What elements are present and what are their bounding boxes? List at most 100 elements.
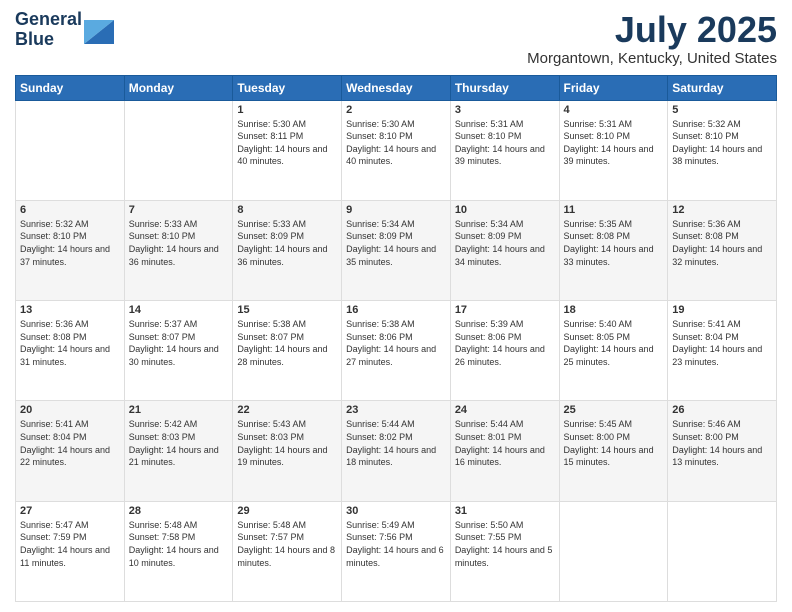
day-info: Sunrise: 5:39 AM Sunset: 8:06 PM Dayligh… xyxy=(455,318,555,368)
calendar-body: 1 Sunrise: 5:30 AM Sunset: 8:11 PM Daylig… xyxy=(16,100,777,601)
calendar-cell: 29 Sunrise: 5:48 AM Sunset: 7:57 PM Dayli… xyxy=(233,501,342,601)
calendar-cell: 4 Sunrise: 5:31 AM Sunset: 8:10 PM Daylig… xyxy=(559,100,668,200)
day-info: Sunrise: 5:50 AM Sunset: 7:55 PM Dayligh… xyxy=(455,519,555,569)
day-info: Sunrise: 5:37 AM Sunset: 8:07 PM Dayligh… xyxy=(129,318,229,368)
day-number: 24 xyxy=(455,404,555,416)
day-info: Sunrise: 5:30 AM Sunset: 8:11 PM Dayligh… xyxy=(237,118,337,168)
day-number: 4 xyxy=(564,104,664,116)
weekday-header-friday: Friday xyxy=(559,75,668,100)
day-number: 22 xyxy=(237,404,337,416)
day-info: Sunrise: 5:34 AM Sunset: 8:09 PM Dayligh… xyxy=(455,218,555,268)
day-number: 2 xyxy=(346,104,446,116)
day-number: 11 xyxy=(564,204,664,216)
day-info: Sunrise: 5:46 AM Sunset: 8:00 PM Dayligh… xyxy=(672,418,772,468)
calendar-cell: 6Sunrise: 5:32 AM Sunset: 8:10 PM Daylig… xyxy=(16,200,125,300)
day-info: Sunrise: 5:31 AM Sunset: 8:10 PM Dayligh… xyxy=(455,118,555,168)
calendar-cell: 9 Sunrise: 5:34 AM Sunset: 8:09 PM Daylig… xyxy=(342,200,451,300)
day-number: 21 xyxy=(129,404,229,416)
calendar-cell: 21 Sunrise: 5:42 AM Sunset: 8:03 PM Dayli… xyxy=(124,401,233,501)
calendar-week-5: 27 Sunrise: 5:47 AM Sunset: 7:59 PM Dayli… xyxy=(16,501,777,601)
calendar-cell: 14 Sunrise: 5:37 AM Sunset: 8:07 PM Dayli… xyxy=(124,301,233,401)
calendar-week-3: 13 Sunrise: 5:36 AM Sunset: 8:08 PM Dayli… xyxy=(16,301,777,401)
day-number: 15 xyxy=(237,304,337,316)
day-number: 29 xyxy=(237,505,337,517)
day-number: 28 xyxy=(129,505,229,517)
weekday-header-sunday: Sunday xyxy=(16,75,125,100)
subtitle: Morgantown, Kentucky, United States xyxy=(527,50,777,67)
calendar-cell: 12 Sunrise: 5:36 AM Sunset: 8:08 PM Dayli… xyxy=(668,200,777,300)
day-info: Sunrise: 5:44 AM Sunset: 8:02 PM Dayligh… xyxy=(346,418,446,468)
calendar-week-4: 20 Sunrise: 5:41 AM Sunset: 8:04 PM Dayli… xyxy=(16,401,777,501)
day-number: 1 xyxy=(237,104,337,116)
calendar-cell: 8Sunrise: 5:33 AM Sunset: 8:09 PM Daylig… xyxy=(233,200,342,300)
calendar-cell: 22 Sunrise: 5:43 AM Sunset: 8:03 PM Dayli… xyxy=(233,401,342,501)
calendar-cell xyxy=(559,501,668,601)
day-number: 14 xyxy=(129,304,229,316)
day-number: 26 xyxy=(672,404,772,416)
calendar-cell: 23 Sunrise: 5:44 AM Sunset: 8:02 PM Dayli… xyxy=(342,401,451,501)
calendar-cell: 24 Sunrise: 5:44 AM Sunset: 8:01 PM Dayli… xyxy=(450,401,559,501)
day-info: Sunrise: 5:44 AM Sunset: 8:01 PM Dayligh… xyxy=(455,418,555,468)
calendar-cell xyxy=(668,501,777,601)
day-info: Sunrise: 5:49 AM Sunset: 7:56 PM Dayligh… xyxy=(346,519,446,569)
day-info: Sunrise: 5:33 AM Sunset: 8:09 PM Dayligh… xyxy=(237,218,337,268)
page: General Blue July 2025 Morgantown, Kentu… xyxy=(0,0,792,612)
day-number: 7 xyxy=(129,204,229,216)
calendar-cell: 20 Sunrise: 5:41 AM Sunset: 8:04 PM Dayli… xyxy=(16,401,125,501)
day-number: 10 xyxy=(455,204,555,216)
calendar-cell: 28 Sunrise: 5:48 AM Sunset: 7:58 PM Dayli… xyxy=(124,501,233,601)
weekday-header-saturday: Saturday xyxy=(668,75,777,100)
day-number: 9 xyxy=(346,204,446,216)
main-title: July 2025 xyxy=(527,10,777,50)
weekday-header-wednesday: Wednesday xyxy=(342,75,451,100)
calendar-cell: 31 Sunrise: 5:50 AM Sunset: 7:55 PM Dayli… xyxy=(450,501,559,601)
calendar-cell: 10 Sunrise: 5:34 AM Sunset: 8:09 PM Dayli… xyxy=(450,200,559,300)
calendar-cell: 2Sunrise: 5:30 AM Sunset: 8:10 PM Daylig… xyxy=(342,100,451,200)
day-info: Sunrise: 5:47 AM Sunset: 7:59 PM Dayligh… xyxy=(20,519,120,569)
day-info: Sunrise: 5:40 AM Sunset: 8:05 PM Dayligh… xyxy=(564,318,664,368)
calendar-cell: 17 Sunrise: 5:39 AM Sunset: 8:06 PM Dayli… xyxy=(450,301,559,401)
calendar-cell: 25Sunrise: 5:45 AM Sunset: 8:00 PM Dayli… xyxy=(559,401,668,501)
day-info: Sunrise: 5:41 AM Sunset: 8:04 PM Dayligh… xyxy=(672,318,772,368)
day-info: Sunrise: 5:36 AM Sunset: 8:08 PM Dayligh… xyxy=(20,318,120,368)
logo-icon xyxy=(84,16,114,44)
weekday-header-monday: Monday xyxy=(124,75,233,100)
calendar-cell: 16Sunrise: 5:38 AM Sunset: 8:06 PM Dayli… xyxy=(342,301,451,401)
day-number: 18 xyxy=(564,304,664,316)
day-info: Sunrise: 5:32 AM Sunset: 8:10 PM Dayligh… xyxy=(20,218,120,268)
day-number: 13 xyxy=(20,304,120,316)
day-number: 30 xyxy=(346,505,446,517)
day-info: Sunrise: 5:45 AM Sunset: 8:00 PM Dayligh… xyxy=(564,418,664,468)
day-info: Sunrise: 5:36 AM Sunset: 8:08 PM Dayligh… xyxy=(672,218,772,268)
day-number: 16 xyxy=(346,304,446,316)
calendar-cell: 5Sunrise: 5:32 AM Sunset: 8:10 PM Daylig… xyxy=(668,100,777,200)
calendar-cell xyxy=(124,100,233,200)
logo: General Blue xyxy=(15,10,114,50)
calendar-header-row: SundayMondayTuesdayWednesdayThursdayFrid… xyxy=(16,75,777,100)
day-number: 27 xyxy=(20,505,120,517)
day-number: 17 xyxy=(455,304,555,316)
day-info: Sunrise: 5:34 AM Sunset: 8:09 PM Dayligh… xyxy=(346,218,446,268)
day-number: 31 xyxy=(455,505,555,517)
title-block: July 2025 Morgantown, Kentucky, United S… xyxy=(527,10,777,67)
day-info: Sunrise: 5:42 AM Sunset: 8:03 PM Dayligh… xyxy=(129,418,229,468)
day-number: 19 xyxy=(672,304,772,316)
calendar-cell: 3Sunrise: 5:31 AM Sunset: 8:10 PM Daylig… xyxy=(450,100,559,200)
day-info: Sunrise: 5:48 AM Sunset: 7:58 PM Dayligh… xyxy=(129,519,229,569)
day-info: Sunrise: 5:48 AM Sunset: 7:57 PM Dayligh… xyxy=(237,519,337,569)
day-info: Sunrise: 5:31 AM Sunset: 8:10 PM Dayligh… xyxy=(564,118,664,168)
day-number: 5 xyxy=(672,104,772,116)
calendar-cell: 11Sunrise: 5:35 AM Sunset: 8:08 PM Dayli… xyxy=(559,200,668,300)
calendar-cell: 13 Sunrise: 5:36 AM Sunset: 8:08 PM Dayli… xyxy=(16,301,125,401)
day-number: 20 xyxy=(20,404,120,416)
calendar-cell xyxy=(16,100,125,200)
day-info: Sunrise: 5:43 AM Sunset: 8:03 PM Dayligh… xyxy=(237,418,337,468)
calendar-week-2: 6Sunrise: 5:32 AM Sunset: 8:10 PM Daylig… xyxy=(16,200,777,300)
day-number: 23 xyxy=(346,404,446,416)
day-info: Sunrise: 5:41 AM Sunset: 8:04 PM Dayligh… xyxy=(20,418,120,468)
calendar-cell: 26 Sunrise: 5:46 AM Sunset: 8:00 PM Dayli… xyxy=(668,401,777,501)
weekday-header-thursday: Thursday xyxy=(450,75,559,100)
calendar-table: SundayMondayTuesdayWednesdayThursdayFrid… xyxy=(15,75,777,602)
calendar-cell: 1 Sunrise: 5:30 AM Sunset: 8:11 PM Daylig… xyxy=(233,100,342,200)
day-number: 12 xyxy=(672,204,772,216)
